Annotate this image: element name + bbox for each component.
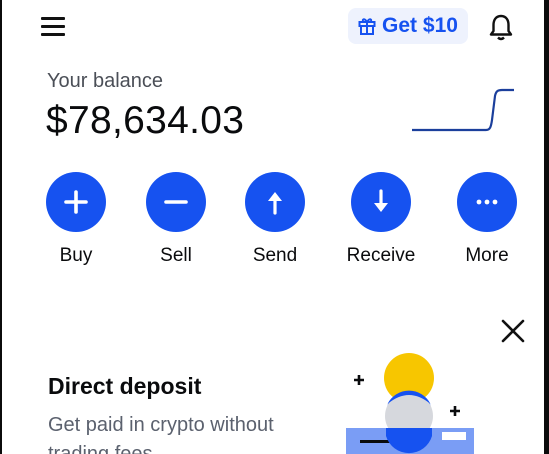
gift-icon bbox=[358, 18, 376, 35]
receive-label: Receive bbox=[346, 245, 416, 266]
plus-icon bbox=[46, 172, 106, 232]
promo-label: Get $10 bbox=[382, 14, 458, 37]
receive-button[interactable]: Receive bbox=[341, 172, 421, 267]
arrow-up-icon bbox=[245, 172, 305, 232]
arrow-down-icon bbox=[351, 172, 411, 232]
send-label: Send bbox=[252, 245, 298, 266]
close-icon[interactable] bbox=[499, 317, 527, 345]
minus-icon bbox=[146, 172, 206, 232]
sell-button[interactable]: Sell bbox=[136, 172, 216, 267]
app-screen: Get $10 Your balance $78,634.03 Buy Sell… bbox=[2, 0, 544, 454]
direct-deposit-description: Get paid in crypto without trading fees bbox=[48, 414, 274, 454]
direct-deposit-title: Direct deposit bbox=[48, 373, 202, 399]
balance-value: $78,634.03 bbox=[46, 99, 245, 142]
balance-label: Your balance bbox=[47, 70, 164, 92]
sell-label: Sell bbox=[160, 245, 192, 266]
ellipsis-icon bbox=[457, 172, 517, 232]
more-button[interactable]: More bbox=[447, 172, 527, 267]
buy-label: Buy bbox=[59, 245, 93, 266]
get-10-promo-button[interactable]: Get $10 bbox=[348, 8, 468, 44]
send-button[interactable]: Send bbox=[235, 172, 315, 267]
bell-icon[interactable] bbox=[486, 12, 516, 42]
hamburger-menu-icon[interactable] bbox=[41, 15, 67, 37]
buy-button[interactable]: Buy bbox=[36, 172, 116, 267]
balance-sparkline bbox=[412, 88, 514, 132]
direct-deposit-illustration bbox=[346, 353, 474, 454]
more-label: More bbox=[465, 245, 509, 266]
